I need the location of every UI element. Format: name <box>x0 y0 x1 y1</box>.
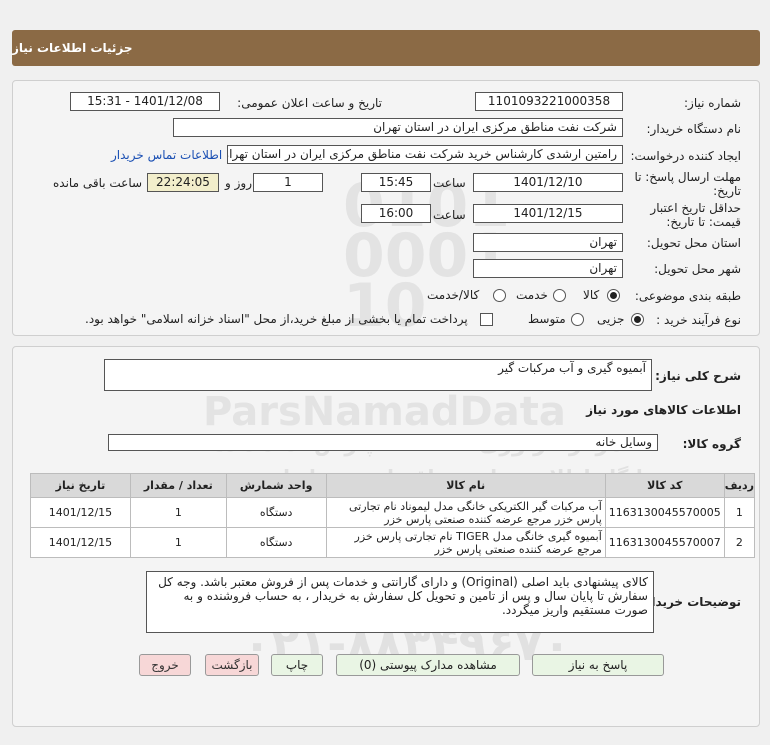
back-button[interactable]: بازگشت <box>205 654 259 676</box>
category-goods-label: کالا <box>583 288 600 302</box>
category-label: طبقه بندی موضوعی: <box>634 289 741 303</box>
goods-info-title: اطلاعات کالاهای مورد نیاز <box>586 403 741 417</box>
delivery-city-field: تهران <box>473 259 623 278</box>
treasury-payment-checkbox[interactable] <box>480 313 493 326</box>
days-label: روز و <box>225 176 252 190</box>
cell-unit: دستگاه <box>225 497 327 528</box>
process-minor-radio[interactable] <box>631 313 644 326</box>
watermark-brand: ParsNamadData <box>203 389 566 435</box>
page-title: جزئیات اطلاعات نیاز <box>12 41 133 55</box>
delivery-city-label: شهر محل تحویل: <box>654 262 741 276</box>
response-time-label: ساعت <box>433 176 466 190</box>
remaining-label: ساعت باقی مانده <box>53 176 143 190</box>
price-validity-label: حداقل تاریخ اعتبار <box>650 201 741 215</box>
price-validity-time-label: ساعت <box>433 208 466 222</box>
table-row: 1 1163130045570005 آب مرکبات گیر الکتریک… <box>30 497 756 528</box>
col-name: نام کالا <box>325 473 606 498</box>
response-days-field: 1 <box>253 173 323 192</box>
goods-group-label: گروه کالا: <box>682 437 741 451</box>
cell-qty: 1 <box>129 527 227 558</box>
need-details-panel: 0101000110 شماره نیاز: 1101093221000358 … <box>12 80 760 336</box>
category-goods-radio[interactable] <box>607 289 620 302</box>
print-button[interactable]: چاپ <box>271 654 323 676</box>
cell-unit: دستگاه <box>225 527 327 558</box>
delivery-province-label: استان محل تحویل: <box>646 236 741 250</box>
announce-datetime-label: تاریخ و ساعت اعلان عمومی: <box>237 96 382 110</box>
buyer-contact-link[interactable]: اطلاعات تماس خریدار <box>111 148 222 162</box>
price-validity-date: 1401/12/15 <box>473 204 623 223</box>
cell-name: آب مرکبات گیر الکتریکی خانگی مدل لیموناد… <box>325 497 606 528</box>
cell-row: 2 <box>723 527 756 558</box>
goods-table: ردیف کد کالا نام کالا واحد شمارش تعداد /… <box>30 473 756 558</box>
cell-code: 1163130045570007 <box>604 527 725 558</box>
buyer-notes-field: کالای پیشنهادی باید اصلی (Original) و دا… <box>146 571 654 633</box>
response-deadline-time: 15:45 <box>361 173 431 192</box>
delivery-province-field: تهران <box>473 233 623 252</box>
cell-row: 1 <box>723 497 756 528</box>
goods-table-header: ردیف کد کالا نام کالا واحد شمارش تعداد /… <box>30 473 756 498</box>
col-qty: تعداد / مقدار <box>129 473 227 498</box>
page-header: جزئیات اطلاعات نیاز <box>12 30 760 66</box>
col-unit: واحد شمارش <box>225 473 327 498</box>
buyer-notes-label: توضیحات خریدار: <box>639 595 741 609</box>
category-both-radio[interactable] <box>493 289 506 302</box>
category-service-label: خدمت <box>516 288 548 302</box>
process-medium-label: متوسط <box>528 312 566 326</box>
need-number-field: 1101093221000358 <box>475 92 623 111</box>
price-validity-label-2: قیمت: تا تاریخ: <box>666 215 741 229</box>
requester-label: ایجاد کننده درخواست: <box>630 149 741 163</box>
price-validity-time: 16:00 <box>361 204 431 223</box>
general-desc-field: آبمیوه گیری و آب مرکبات گیر <box>104 359 652 391</box>
col-row: ردیف <box>723 473 756 498</box>
cell-date: 1401/12/15 <box>30 527 131 558</box>
buyer-org-label: نام دستگاه خریدار: <box>646 122 742 136</box>
attachments-button[interactable]: مشاهده مدارک پیوستی (0) <box>336 654 520 676</box>
process-medium-radio[interactable] <box>571 313 584 326</box>
category-both-label: کالا/خدمت <box>427 288 480 302</box>
cell-code: 1163130045570005 <box>604 497 725 528</box>
category-service-radio[interactable] <box>553 289 566 302</box>
buyer-org-field: شرکت نفت مناطق مرکزی ایران در استان تهرا… <box>173 118 623 137</box>
process-minor-label: جزیی <box>597 312 625 326</box>
announce-datetime-field: 1401/12/08 - 15:31 <box>70 92 220 111</box>
process-type-label: نوع فرآیند خرید : <box>656 313 741 327</box>
reply-button[interactable]: پاسخ به نیاز <box>532 654 664 676</box>
requester-field: رامتین ارشدی کارشناس خرید شرکت نفت مناطق… <box>227 145 623 164</box>
remaining-time-field: 22:24:05 <box>147 173 219 192</box>
response-deadline-label-2: تاریخ: <box>713 184 741 198</box>
col-date: تاریخ نیاز <box>30 473 131 498</box>
cell-qty: 1 <box>129 497 227 528</box>
need-number-label: شماره نیاز: <box>684 96 741 110</box>
table-row: 2 1163130045570007 آبمیوه گیری خانگی مدل… <box>30 527 756 558</box>
exit-button[interactable]: خروج <box>139 654 191 676</box>
goods-panel: ParsNamadData مرکز فراوری اطلاعات پارس ن… <box>12 346 760 727</box>
cell-name: آبمیوه گیری خانگی مدل TIGER نام تجارتی پ… <box>325 527 606 558</box>
response-deadline-date: 1401/12/10 <box>473 173 623 192</box>
goods-group-field: وسایل خانه <box>108 434 658 451</box>
col-code: کد کالا <box>604 473 725 498</box>
cell-date: 1401/12/15 <box>30 497 131 528</box>
treasury-payment-note: پرداخت تمام یا بخشی از مبلغ خرید،از محل … <box>85 312 468 326</box>
response-deadline-label: مهلت ارسال پاسخ: تا <box>634 170 741 184</box>
general-desc-label: شرح کلی نیاز: <box>655 369 741 383</box>
